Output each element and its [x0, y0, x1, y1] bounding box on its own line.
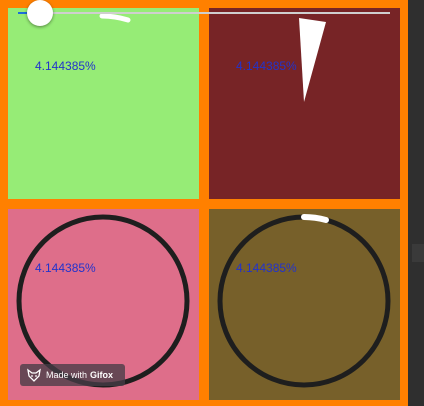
pie-wedge	[299, 18, 326, 102]
percent-label: 4.144385%	[236, 59, 297, 73]
progress-cell-red: 4.144385%	[209, 8, 400, 199]
progress-cell-green: 4.144385%	[8, 8, 199, 199]
ring-arc-svg	[217, 214, 391, 388]
right-edge-strip	[408, 0, 424, 406]
edge-marker	[412, 244, 424, 262]
slider-thumb[interactable]	[27, 0, 54, 26]
percent-label: 4.144385%	[35, 261, 96, 275]
progress-ring	[217, 214, 391, 388]
fox-icon	[27, 368, 41, 382]
progress-slider[interactable]	[14, 0, 394, 30]
badge-made-with: Made with	[46, 370, 88, 380]
progress-ring	[16, 214, 190, 388]
badge-brand: Gifox	[90, 370, 114, 380]
slider-track[interactable]	[18, 12, 390, 14]
percent-label: 4.144385%	[35, 59, 96, 73]
progress-cell-olive: 4.144385%	[209, 209, 400, 400]
progress-arc	[301, 214, 329, 223]
made-with-gifox-badge: Made with Gifox	[20, 364, 125, 386]
wedge-indicator-svg	[299, 18, 326, 102]
percent-label: 4.144385%	[236, 261, 297, 275]
